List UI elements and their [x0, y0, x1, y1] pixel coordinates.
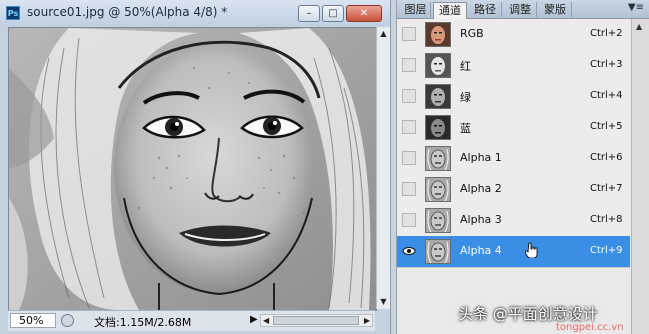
tab-adjustments[interactable]: 调整	[504, 2, 537, 17]
document-titlebar[interactable]: Ps source01.jpg @ 50%(Alpha 4/8) * – □ ✕	[0, 0, 390, 26]
channel-name: Alpha 1	[460, 151, 502, 164]
scroll-up-arrow-icon[interactable]: ▲	[636, 22, 642, 31]
channel-name: 蓝	[460, 122, 471, 135]
visibility-eye-icon[interactable]	[402, 27, 416, 41]
visibility-eye-icon[interactable]	[402, 58, 416, 72]
document-size-info: 文档:1.15M/2.68M	[94, 316, 192, 329]
channel-name: 绿	[460, 91, 471, 104]
tab-channels[interactable]: 通道	[433, 2, 467, 19]
tab-paths[interactable]: 路径	[469, 2, 502, 17]
photoshop-app-icon: Ps	[6, 6, 20, 20]
channel-thumbnail	[425, 84, 451, 109]
document-title: source01.jpg @ 50%(Alpha 4/8) *	[27, 5, 228, 19]
watermark-url: tongpei.cc.vn	[556, 322, 624, 333]
channel-row[interactable]: Alpha 3 Ctrl+8	[397, 205, 630, 237]
channel-thumbnail	[425, 239, 451, 264]
visibility-eye-icon[interactable]	[402, 120, 416, 134]
visibility-eye-icon[interactable]	[402, 244, 416, 258]
channels-panel: 图层 通道 路径 调整 蒙版 ▼≡ RGB Ctrl+2 红 Ctrl+3 绿 Ctrl+…	[396, 0, 649, 334]
close-button[interactable]: ✕	[346, 5, 382, 22]
panel-menu-icon[interactable]: ▼≡	[628, 2, 644, 13]
document-window: Ps source01.jpg @ 50%(Alpha 4/8) * – □ ✕	[0, 0, 391, 334]
image-canvas[interactable]	[8, 27, 377, 311]
channel-row[interactable]: RGB Ctrl+2	[397, 19, 630, 51]
channel-row[interactable]: Alpha 4 Ctrl+9	[397, 236, 630, 268]
scroll-left-arrow-icon[interactable]: ◀	[263, 315, 269, 326]
visibility-eye-icon[interactable]	[402, 89, 416, 103]
panel-tabbar: 图层 通道 路径 调整 蒙版 ▼≡	[397, 0, 649, 19]
alpha-channel-image	[9, 28, 376, 310]
channel-row[interactable]: Alpha 2 Ctrl+7	[397, 174, 630, 206]
channel-name: Alpha 3	[460, 213, 502, 226]
status-menu-arrow-icon[interactable]: ▶	[250, 314, 258, 325]
minimize-button[interactable]: –	[298, 5, 320, 22]
zoom-level-field[interactable]: 50%	[10, 313, 56, 328]
visibility-eye-icon[interactable]	[402, 151, 416, 165]
channel-shortcut: Ctrl+3	[590, 59, 623, 70]
channel-shortcut: Ctrl+4	[590, 90, 623, 101]
watermark: 头条 @平面创意设计	[458, 305, 598, 323]
channel-name: 红	[460, 60, 471, 73]
status-bar: 50% 文档:1.15M/2.68M ▶ ◀ ▶	[8, 310, 375, 331]
channel-name: RGB	[460, 27, 484, 40]
horizontal-scroll-thumb[interactable]	[273, 316, 359, 325]
channel-shortcut: Ctrl+8	[590, 214, 623, 225]
channel-thumbnail	[425, 22, 451, 47]
channel-thumbnail	[425, 208, 451, 233]
channel-row[interactable]: 绿 Ctrl+4	[397, 81, 630, 113]
visibility-eye-icon[interactable]	[402, 182, 416, 196]
channel-thumbnail	[425, 53, 451, 78]
horizontal-scrollbar[interactable]: ◀ ▶	[260, 314, 373, 327]
maximize-button[interactable]: □	[322, 5, 344, 22]
channel-shortcut: Ctrl+2	[590, 28, 623, 39]
tab-masks[interactable]: 蒙版	[539, 2, 572, 17]
channel-name: Alpha 4	[460, 244, 502, 257]
channel-shortcut: Ctrl+7	[590, 183, 623, 194]
channel-shortcut: Ctrl+5	[590, 121, 623, 132]
scroll-right-arrow-icon[interactable]: ▶	[364, 315, 370, 326]
vertical-scrollbar[interactable]: ▲ ▼	[376, 27, 390, 309]
channel-shortcut: Ctrl+9	[590, 245, 623, 256]
hand-cursor-icon	[524, 242, 538, 261]
channel-shortcut: Ctrl+6	[590, 152, 623, 163]
visibility-eye-icon[interactable]	[402, 213, 416, 227]
channel-row[interactable]: Alpha 1 Ctrl+6	[397, 143, 630, 175]
channel-row[interactable]: 红 Ctrl+3	[397, 50, 630, 82]
tab-layers[interactable]: 图层	[401, 2, 431, 17]
channel-thumbnail	[425, 115, 451, 140]
channel-thumbnail	[425, 146, 451, 171]
scroll-down-arrow-icon[interactable]: ▼	[378, 296, 389, 308]
zoom-icon[interactable]	[61, 314, 74, 327]
scroll-up-arrow-icon[interactable]: ▲	[378, 28, 389, 40]
channel-name: Alpha 2	[460, 182, 502, 195]
channel-thumbnail	[425, 177, 451, 202]
channel-row[interactable]: 蓝 Ctrl+5	[397, 112, 630, 144]
panel-scrollbar[interactable]: ▲	[631, 19, 649, 334]
